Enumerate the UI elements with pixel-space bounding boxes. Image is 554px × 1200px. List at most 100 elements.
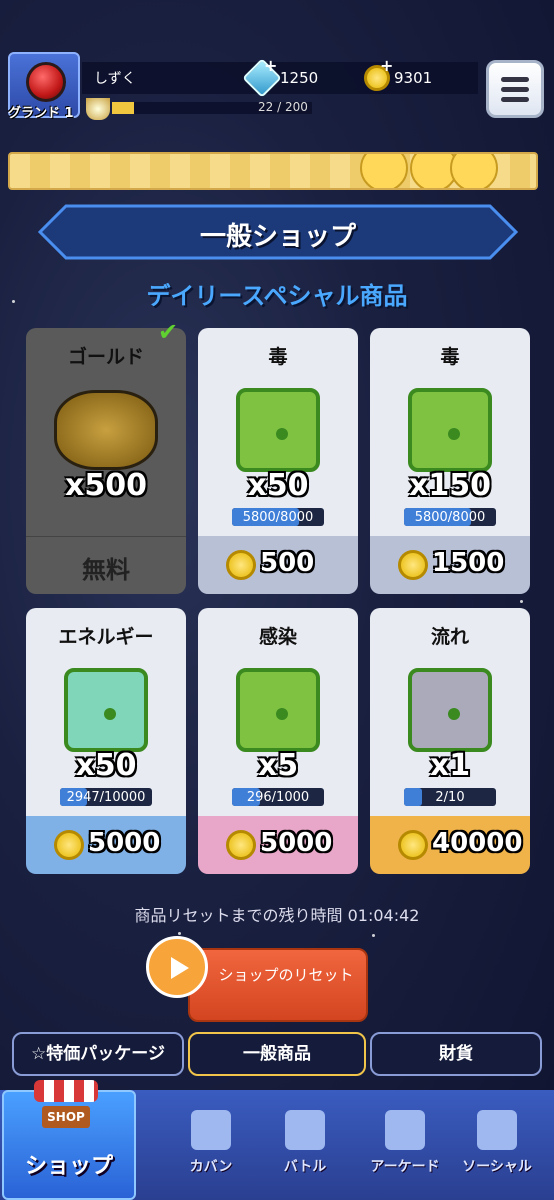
progress-text: 2947/10000 <box>66 790 146 805</box>
coin-icon <box>54 830 84 860</box>
dice-dot <box>104 708 116 720</box>
shop-item-card[interactable]: ゴールド x500 無料 <box>26 328 186 594</box>
nav-arcade[interactable]: アーケード <box>360 1110 450 1190</box>
item-quantity: x5 <box>257 748 299 783</box>
price-area[interactable]: 5000 <box>198 816 358 874</box>
dice-icon <box>408 668 492 752</box>
price-area[interactable]: 40000 <box>370 816 530 874</box>
price-area[interactable]: 500 <box>198 536 358 594</box>
shop-sign: SHOP <box>42 1106 90 1128</box>
dice-icon <box>236 388 320 472</box>
xp-fill <box>112 102 134 114</box>
item-quantity: x500 <box>65 468 147 503</box>
dice-icon <box>236 668 320 752</box>
shop-reset-button[interactable]: ショップのリセット <box>188 948 368 1022</box>
item-name: 毒 <box>440 346 460 368</box>
shop-roof <box>34 1080 98 1102</box>
shop-item-card[interactable]: 毒 x50 5800/8000 500 <box>198 328 358 594</box>
coin-icon <box>226 550 256 580</box>
item-name: 毒 <box>268 346 288 368</box>
tab-special-package[interactable]: ☆特価パッケージ <box>12 1032 184 1076</box>
nav-shop-label: ショップ <box>24 1154 113 1179</box>
item-price: 500 <box>260 548 315 578</box>
menu-icon-line <box>501 97 529 102</box>
shop-icon: SHOP <box>34 1080 98 1140</box>
dice-icon <box>64 668 148 752</box>
coin-icon <box>398 830 428 860</box>
player-name: しずく <box>94 71 136 87</box>
collection-progress: 2947/10000 <box>60 788 152 806</box>
trophy-icon <box>86 98 110 120</box>
promo-banner[interactable] <box>8 152 538 190</box>
shop-reset-label: ショップのリセット <box>218 966 354 984</box>
banner-decoration <box>360 154 408 188</box>
claimed-check-icon: ✔ <box>158 318 179 346</box>
item-name: 感染 <box>258 626 297 648</box>
nav-social[interactable]: ソーシャル <box>452 1110 542 1190</box>
shop-item-card[interactable]: 流れ x1 2/10 40000 <box>370 608 530 874</box>
banner-decoration <box>450 154 498 188</box>
item-quantity: x150 <box>409 468 491 503</box>
shop-item-card[interactable]: エネルギー x50 2947/10000 5000 <box>26 608 186 874</box>
tab-currency[interactable]: 財貨 <box>370 1032 542 1076</box>
dice-dot <box>448 428 460 440</box>
item-quantity: x1 <box>429 748 471 783</box>
collection-progress: 296/1000 <box>232 788 324 806</box>
item-price: 1500 <box>432 548 505 578</box>
star <box>520 600 523 603</box>
add-coins-icon[interactable]: + <box>380 56 393 75</box>
collection-progress: 2/10 <box>404 788 496 806</box>
shop-item-card[interactable]: 感染 x5 296/1000 5000 <box>198 608 358 874</box>
collection-progress: 5800/8000 <box>232 508 324 526</box>
item-quantity: x50 <box>247 468 309 503</box>
tab-general-items[interactable]: 一般商品 <box>188 1032 366 1076</box>
coin-icon <box>398 550 428 580</box>
nav-bag[interactable]: カバン <box>166 1110 256 1190</box>
price-area[interactable]: 1500 <box>370 536 530 594</box>
dice-icon <box>408 388 492 472</box>
gem-count: 1250 <box>280 69 319 87</box>
arcade-icon <box>385 1110 425 1150</box>
video-ad-icon[interactable] <box>146 936 208 998</box>
coin-icon <box>226 830 256 860</box>
heart-icon <box>26 62 66 102</box>
section-title: デイリースペシャル商品 <box>146 282 408 310</box>
nav-battle[interactable]: バトル <box>260 1110 350 1190</box>
social-icon <box>477 1110 517 1150</box>
menu-icon-line <box>501 87 529 92</box>
item-name: エネルギー <box>58 626 154 648</box>
dice-dot <box>448 708 460 720</box>
coin-count: 9301 <box>394 69 433 87</box>
item-price: 無料 <box>82 556 130 584</box>
menu-button[interactable] <box>486 60 544 118</box>
add-gems-icon[interactable]: + <box>264 56 277 75</box>
nav-arcade-label: アーケード <box>370 1159 440 1175</box>
dice-dot <box>276 428 288 440</box>
divider <box>26 536 186 537</box>
item-price: 40000 <box>432 828 523 858</box>
star <box>372 934 375 937</box>
rank-label: グランド 1 <box>8 106 74 121</box>
price-area[interactable]: 5000 <box>26 816 186 874</box>
bag-icon <box>191 1110 231 1150</box>
shop-item-card[interactable]: 毒 x150 5800/8000 1500 <box>370 328 530 594</box>
play-icon <box>171 957 189 979</box>
item-price: 5000 <box>260 828 333 858</box>
collection-progress: 5800/8000 <box>404 508 496 526</box>
tab-special-label: 特価パッケージ <box>46 1044 165 1064</box>
page-title: 一般ショップ <box>199 222 356 252</box>
player-status-bar: グランド 1 しずく + 1250 + 9301 22 / 200 <box>8 52 478 122</box>
tab-currency-label: 財貨 <box>439 1044 473 1064</box>
tab-general-label: 一般商品 <box>243 1044 311 1064</box>
reset-countdown: 商品リセットまでの残り時間 01:04:42 <box>134 906 420 925</box>
gold-coins-icon <box>54 390 158 470</box>
item-name: ゴールド <box>67 346 144 368</box>
nav-social-label: ソーシャル <box>462 1159 532 1175</box>
dice-icon <box>285 1110 325 1150</box>
item-price: 5000 <box>88 828 161 858</box>
star <box>178 932 181 935</box>
progress-text: 2/10 <box>435 790 465 805</box>
menu-icon <box>501 77 529 82</box>
xp-text: 22 / 200 <box>258 100 308 114</box>
progress-text: 296/1000 <box>246 790 310 805</box>
